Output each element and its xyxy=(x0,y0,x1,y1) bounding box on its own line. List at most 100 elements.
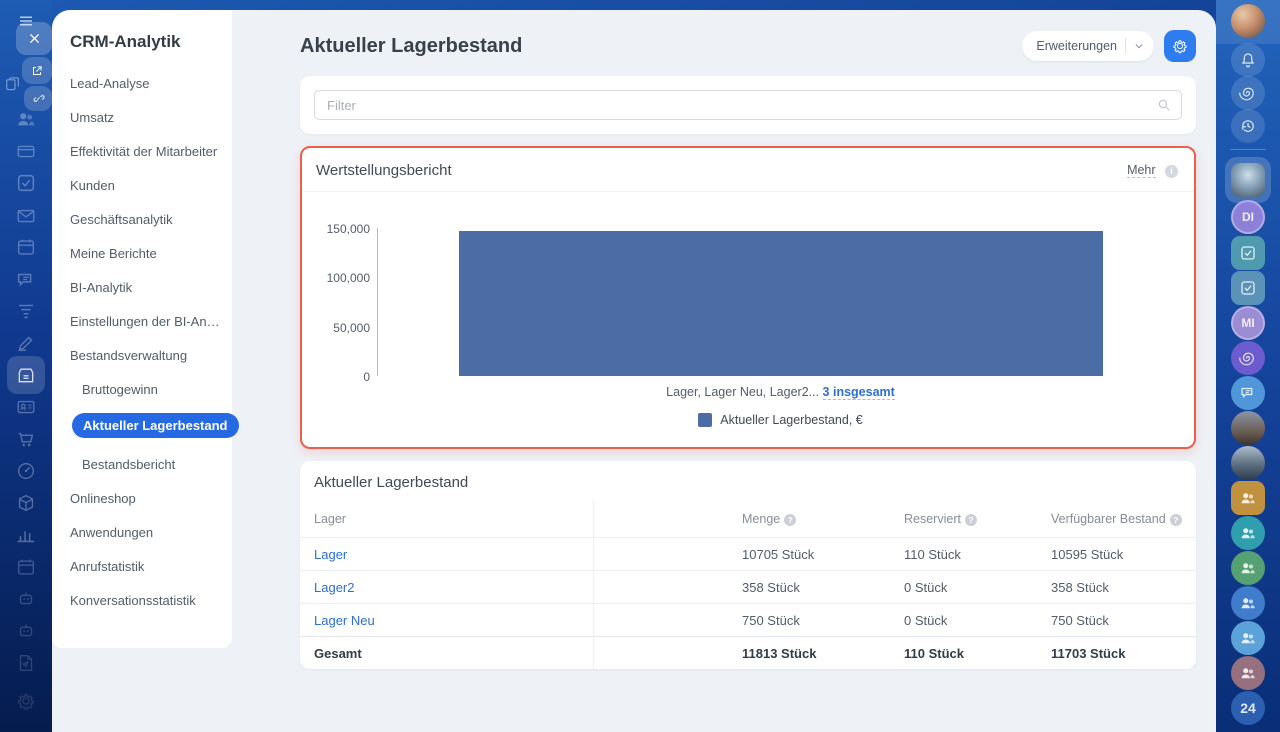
sidebar-item-aktueller-lagerbestand[interactable]: Aktueller Lagerbestand xyxy=(72,413,239,438)
current-user-avatar[interactable] xyxy=(1231,4,1265,38)
task-check-icon[interactable] xyxy=(1231,236,1265,270)
group-icon[interactable] xyxy=(1231,481,1265,515)
logo-label: 24 xyxy=(1240,700,1256,716)
gear-icon xyxy=(1171,37,1189,55)
store-icon-active[interactable] xyxy=(7,356,45,394)
extensions-label: Erweiterungen xyxy=(1036,39,1117,53)
help-icon[interactable]: ? xyxy=(964,514,977,526)
pen-icon[interactable] xyxy=(0,332,52,354)
chat-badge-di[interactable]: DI xyxy=(1231,200,1265,234)
help-icon[interactable]: ? xyxy=(784,514,797,526)
sidebar-item-effektivitaet[interactable]: Effektivität der Mitarbeiter xyxy=(70,144,225,159)
help-icon[interactable]: ? xyxy=(1169,514,1182,526)
main-content: Aktueller Lagerbestand Erweiterungen Fil… xyxy=(248,10,1216,732)
cell-verfuegbar: 10595 Stück xyxy=(1051,546,1124,562)
calendar-icon[interactable] xyxy=(0,236,52,258)
chart-card-title: Wertstellungsbericht xyxy=(316,161,452,179)
funnel-icon[interactable] xyxy=(0,300,52,322)
chat-badge-mi[interactable]: MI xyxy=(1231,306,1265,340)
doc-pen-icon[interactable] xyxy=(0,652,52,674)
column-header-reserviert: Reserviert xyxy=(904,512,961,526)
table-header-row: Lager Menge? Reserviert? Verfügbarer Bes… xyxy=(300,501,1196,537)
chat-icon[interactable] xyxy=(0,269,52,291)
column-header-verfuegbar: Verfügbarer Bestand xyxy=(1051,512,1166,526)
bar-chart-icon[interactable] xyxy=(0,524,52,546)
cart-icon[interactable] xyxy=(0,428,52,450)
bell-icon[interactable] xyxy=(1231,43,1265,77)
wallet-icon[interactable] xyxy=(0,140,52,162)
close-slider-button[interactable] xyxy=(16,22,52,55)
y-axis-tick: 100,000 xyxy=(326,271,370,286)
gear-icon[interactable] xyxy=(0,690,52,712)
chat-avatar[interactable] xyxy=(1231,411,1265,445)
id-card-icon[interactable] xyxy=(0,396,52,418)
chart-bar-lagerbestand[interactable] xyxy=(458,230,1104,376)
settings-gear-button[interactable] xyxy=(1164,30,1196,62)
copilot-spiral-icon[interactable] xyxy=(1231,76,1265,110)
cell-gesamt-label: Gesamt xyxy=(314,645,362,661)
chat-bubbles-icon[interactable] xyxy=(1231,376,1265,410)
people-icon[interactable] xyxy=(0,108,52,130)
group-icon[interactable] xyxy=(1231,516,1265,550)
x-axis-caption: Lager, Lager Neu, Lager2... xyxy=(666,385,823,399)
gauge-icon[interactable] xyxy=(0,460,52,482)
legend-swatch xyxy=(698,413,713,427)
cell-reserviert: 110 Stück xyxy=(904,546,961,562)
sidebar-item-meine-berichte[interactable]: Meine Berichte xyxy=(70,246,225,261)
check-square-icon[interactable] xyxy=(0,172,52,194)
sidebar-item-bi-einstellungen[interactable]: Einstellungen der BI-Anal... xyxy=(70,314,225,329)
sidebar-item-bruttogewinn[interactable]: Bruttogewinn xyxy=(70,382,225,397)
content-panel: CRM-Analytik Lead-Analyse Umsatz Effekti… xyxy=(52,10,1216,732)
inventory-table: Lager Menge? Reserviert? Verfügbarer Bes… xyxy=(300,501,1196,669)
box-icon[interactable] xyxy=(0,492,52,514)
spiral-icon[interactable] xyxy=(1231,341,1265,375)
crm-analytics-menu: CRM-Analytik Lead-Analyse Umsatz Effekti… xyxy=(52,10,239,648)
sidebar-item-geschaeftsanalytik[interactable]: Geschäftsanalytik xyxy=(70,212,225,227)
rail-divider xyxy=(1230,149,1266,150)
warehouse-link[interactable]: Lager Neu xyxy=(314,613,375,628)
filter-input[interactable] xyxy=(314,90,1182,120)
sidebar-item-bestandsbericht[interactable]: Bestandsbericht xyxy=(70,457,225,472)
cell-reserviert: 0 Stück xyxy=(904,579,948,595)
cell-verfuegbar: 750 Stück xyxy=(1051,612,1109,628)
sidebar-item-bi-analytik[interactable]: BI-Analytik xyxy=(70,280,225,295)
group-icon[interactable] xyxy=(1231,551,1265,585)
info-icon[interactable]: i xyxy=(1165,165,1178,178)
categories-total-link[interactable]: 3 insgesamt xyxy=(822,385,895,400)
column-header-menge: Menge xyxy=(742,512,781,526)
button-divider xyxy=(1125,38,1126,54)
extensions-button[interactable]: Erweiterungen xyxy=(1022,31,1154,61)
table-row: Lager2 358 Stück 0 Stück 358 Stück xyxy=(300,570,1196,603)
sidebar-item-anrufstatistik[interactable]: Anrufstatistik xyxy=(70,559,225,574)
bitrix24-logo[interactable]: 24 xyxy=(1231,691,1265,725)
sidebar-item-umsatz[interactable]: Umsatz xyxy=(70,110,225,125)
search-icon[interactable] xyxy=(1156,97,1172,113)
sidebar-item-lead-analyse[interactable]: Lead-Analyse xyxy=(70,76,225,91)
mail-icon[interactable] xyxy=(0,205,52,227)
chat-avatar[interactable] xyxy=(1231,163,1265,197)
table-total-row: Gesamt 11813 Stück 110 Stück 11703 Stück xyxy=(300,636,1196,669)
robot-icon[interactable] xyxy=(0,588,52,610)
bot-icon[interactable] xyxy=(0,620,52,642)
warehouse-link[interactable]: Lager xyxy=(314,547,347,562)
group-icon[interactable] xyxy=(1231,656,1265,690)
sidebar-item-bestandsverwaltung[interactable]: Bestandsverwaltung xyxy=(70,348,225,363)
history-icon[interactable] xyxy=(1231,109,1265,143)
cell-menge: 358 Stück xyxy=(742,579,800,595)
sidebar-item-anwendungen[interactable]: Anwendungen xyxy=(70,525,225,540)
calendar-clock-icon[interactable] xyxy=(0,556,52,578)
group-icon[interactable] xyxy=(1231,586,1265,620)
y-axis-tick: 150,000 xyxy=(326,222,370,236)
cell-reserviert: 0 Stück xyxy=(904,612,948,628)
sidebar-item-onlineshop[interactable]: Onlineshop xyxy=(70,491,225,506)
sidebar-item-konversationsstatistik[interactable]: Konversationsstatistik xyxy=(70,593,225,608)
group-icon[interactable] xyxy=(1231,621,1265,655)
task-check-icon[interactable] xyxy=(1231,271,1265,305)
cell-menge: 10705 Stück xyxy=(742,546,815,562)
menu-title: CRM-Analytik xyxy=(70,32,181,51)
cell-gesamt-reserviert: 110 Stück xyxy=(904,645,964,661)
chat-avatar[interactable] xyxy=(1231,446,1265,480)
sidebar-item-kunden[interactable]: Kunden xyxy=(70,178,225,193)
warehouse-link[interactable]: Lager2 xyxy=(314,580,354,595)
more-link[interactable]: Mehr xyxy=(1127,163,1156,178)
